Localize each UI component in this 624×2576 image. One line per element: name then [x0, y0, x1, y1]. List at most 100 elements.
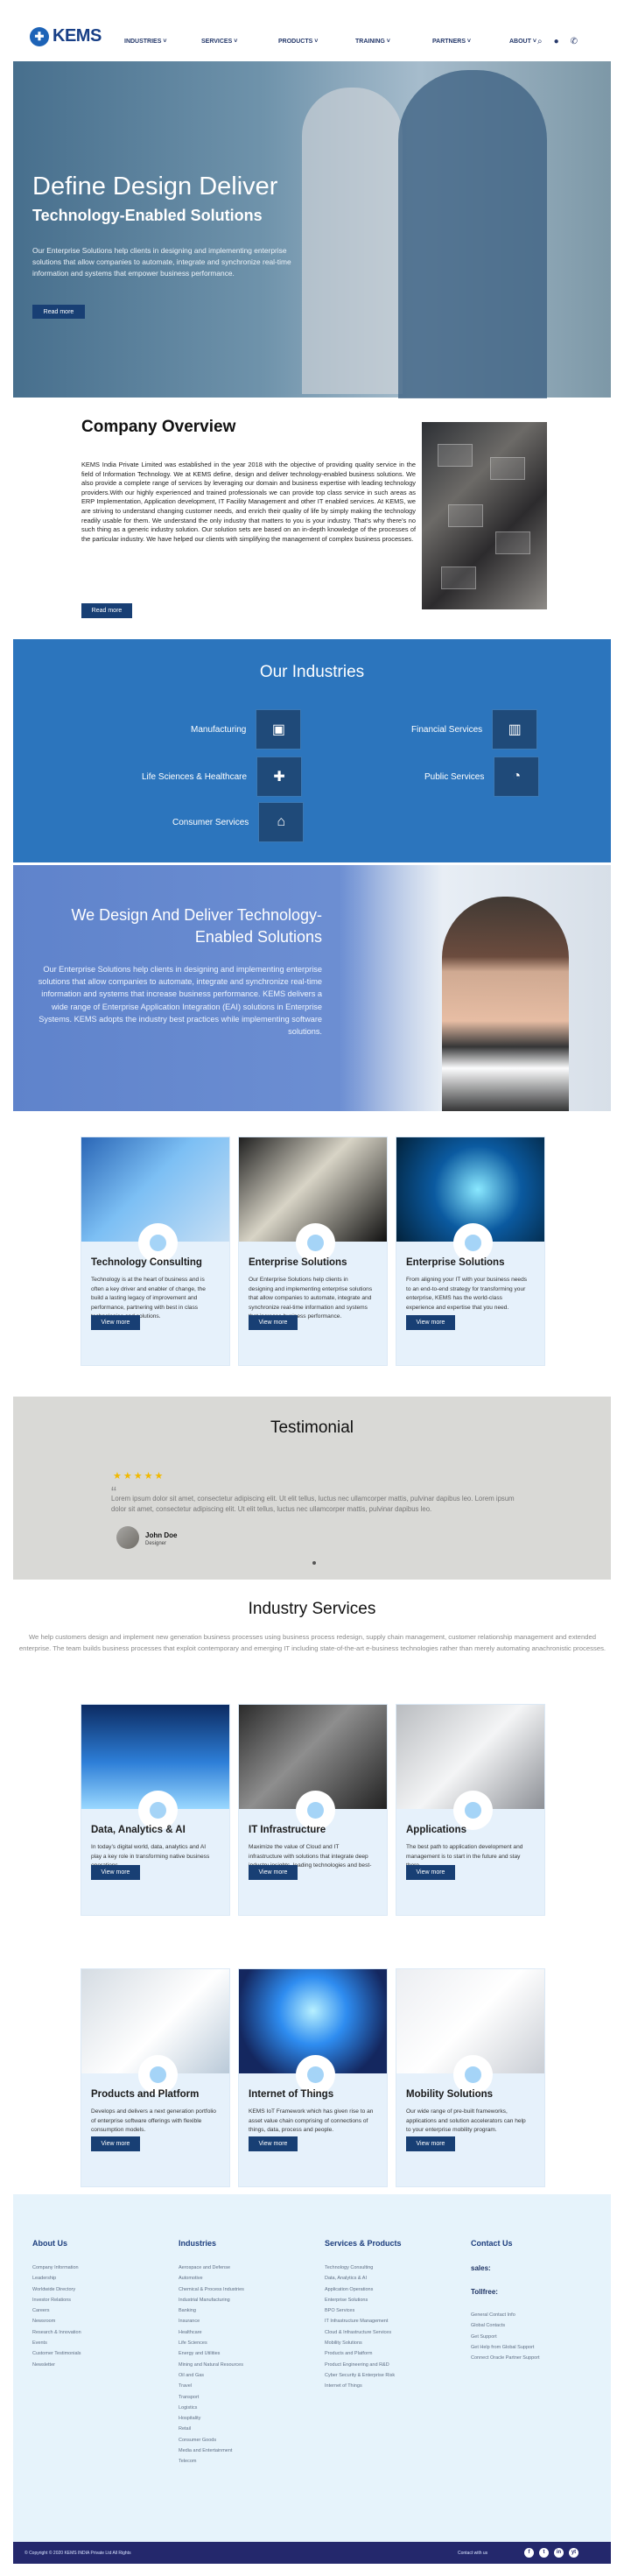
footer-link[interactable]: Automotive: [179, 2273, 244, 2284]
hero-description: Our Enterprise Solutions help clients in…: [32, 246, 291, 278]
view-more-button[interactable]: View more: [91, 1315, 140, 1330]
solution-card-technology-consulting: Technology Consulting Technology is at t…: [81, 1137, 230, 1366]
mobility-icon: [457, 2059, 489, 2091]
industry-life-sciences-healthcare[interactable]: Life Sciences & Healthcare ✚: [142, 757, 303, 797]
footer-link[interactable]: Company Information: [32, 2263, 81, 2273]
industry-services-title: Industry Services: [248, 1600, 376, 1618]
footer-link[interactable]: Energy and Utilities: [179, 2348, 244, 2359]
view-more-button[interactable]: View more: [249, 1315, 298, 1330]
footer-link[interactable]: Global Contacts: [471, 2320, 540, 2331]
phone-icon[interactable]: ✆: [571, 37, 578, 46]
footer-link[interactable]: Healthcare: [179, 2327, 244, 2338]
footer-link[interactable]: Careers: [32, 2305, 81, 2316]
footer-link[interactable]: Newsletter: [32, 2360, 81, 2370]
footer-link[interactable]: Leadership: [32, 2273, 81, 2284]
footer-link[interactable]: Product Engineering and R&D: [325, 2360, 395, 2370]
technology-solutions-text: Our Enterprise Solutions help clients in…: [38, 965, 322, 1037]
industry-financial-services[interactable]: Financial Services ▥: [411, 709, 538, 750]
industry-consumer-services[interactable]: Consumer Services ⌂: [172, 802, 305, 842]
footer-link[interactable]: Logistics: [179, 2403, 244, 2413]
footer-link[interactable]: Hospitality: [179, 2413, 244, 2424]
footer-link[interactable]: Cloud & Infrastructure Services: [325, 2327, 395, 2338]
facebook-icon[interactable]: f: [524, 2548, 534, 2558]
twitter-icon[interactable]: t: [539, 2548, 549, 2558]
footer-link[interactable]: Connect Oracle Partner Support: [471, 2353, 540, 2363]
header-icons: ⌕ ● ✆: [537, 37, 578, 46]
footer-link[interactable]: General Contact Info: [471, 2310, 540, 2320]
youtube-icon[interactable]: yt: [569, 2548, 578, 2558]
menu-services[interactable]: SERVICES ˅: [201, 39, 278, 45]
footer-link[interactable]: Technology Consulting: [325, 2263, 395, 2273]
view-more-button[interactable]: View more: [91, 2136, 140, 2151]
footer-link[interactable]: Travel: [179, 2381, 244, 2391]
footer-link[interactable]: Industrial Manufacturing: [179, 2295, 244, 2305]
service-card-title: Mobility Solutions: [406, 2089, 494, 2100]
footer-link[interactable]: Investor Relations: [32, 2295, 81, 2305]
footer-link[interactable]: Mobility Solutions: [325, 2338, 395, 2348]
view-more-button[interactable]: View more: [406, 1865, 455, 1880]
carousel-dot[interactable]: [312, 1561, 316, 1565]
menu-partners[interactable]: PARTNERS ˅: [432, 39, 509, 45]
footer-link[interactable]: Banking: [179, 2305, 244, 2316]
footer-link[interactable]: Oil and Gas: [179, 2370, 244, 2381]
footer-link[interactable]: Data, Analytics & AI: [325, 2273, 395, 2284]
footer-link[interactable]: Insurance: [179, 2316, 244, 2326]
view-more-button[interactable]: View more: [406, 2136, 455, 2151]
footer: About Us Company Information Leadership …: [13, 2194, 611, 2556]
testimonial-author-name: John Doe: [145, 1531, 178, 1539]
footer-link[interactable]: Telecom: [179, 2456, 244, 2467]
footer-link[interactable]: Consumer Goods: [179, 2435, 244, 2446]
footer-link[interactable]: Internet of Things: [325, 2381, 395, 2391]
solution-card-title: Enterprise Solutions: [249, 1257, 347, 1268]
view-more-button[interactable]: View more: [249, 2136, 298, 2151]
company-overview-title: Company Overview: [81, 418, 236, 436]
menu-training[interactable]: TRAINING ˅: [355, 39, 432, 45]
products-icon: [142, 2059, 174, 2091]
footer-link[interactable]: Chemical & Process Industries: [179, 2284, 244, 2295]
kems-logo-icon: ✚: [30, 26, 49, 46]
testimonial-title: Testimonial: [270, 1418, 354, 1437]
sales-label: sales:: [471, 2264, 491, 2272]
footer-link[interactable]: Retail: [179, 2424, 244, 2434]
testimonial-author-role: Designer: [145, 1541, 167, 1546]
search-icon[interactable]: ⌕: [537, 37, 543, 46]
footer-link[interactable]: Events: [32, 2338, 81, 2348]
footer-link[interactable]: Media and Entertainment: [179, 2446, 244, 2456]
footer-link[interactable]: BPO Services: [325, 2305, 395, 2316]
footer-link[interactable]: Application Operations: [325, 2284, 395, 2295]
footer-link[interactable]: Cyber Security & Enterprise Risk: [325, 2370, 395, 2381]
testimonial-section: Testimonial ★★★★★ “ Lorem ipsum dolor si…: [13, 1397, 611, 1580]
service-card-products-platform: Products and Platform Develops and deliv…: [81, 1968, 230, 2187]
service-card-title: Applications: [406, 1825, 467, 1835]
service-card-applications: Applications The best path to applicatio…: [396, 1704, 545, 1916]
view-more-button[interactable]: View more: [406, 1315, 455, 1330]
view-more-button[interactable]: View more: [91, 1865, 140, 1880]
view-more-button[interactable]: View more: [249, 1865, 298, 1880]
company-read-more-button[interactable]: Read more: [81, 603, 132, 618]
user-icon[interactable]: ●: [554, 37, 559, 46]
footer-link[interactable]: Customer Testimonials: [32, 2348, 81, 2359]
industry-public-services[interactable]: Public Services ◔: [424, 757, 540, 797]
footer-link[interactable]: Life Sciences: [179, 2338, 244, 2348]
footer-link[interactable]: Transport: [179, 2392, 244, 2403]
footer-link[interactable]: Mining and Natural Resources: [179, 2360, 244, 2370]
footer-link[interactable]: Worldwide Directory: [32, 2284, 81, 2295]
hero-read-more-button[interactable]: Read more: [32, 305, 85, 319]
footer-link[interactable]: Aerospace and Defense: [179, 2263, 244, 2273]
footer-link[interactable]: Research & Innovation: [32, 2327, 81, 2338]
solution-card-title: Enterprise Solutions: [406, 1257, 505, 1268]
footer-link[interactable]: Newsroom: [32, 2316, 81, 2326]
solution-card-enterprise-solutions-2: Enterprise Solutions From aligning your …: [396, 1137, 545, 1366]
healthcare-icon: ✚: [256, 757, 303, 797]
menu-industries[interactable]: INDUSTRIES ˅: [124, 39, 201, 45]
footer-link[interactable]: IT Infrastructure Management: [325, 2316, 395, 2326]
brand-logo[interactable]: ✚ KEMS: [30, 26, 102, 46]
footer-link[interactable]: Products and Platform: [325, 2348, 395, 2359]
footer-link[interactable]: Get Support: [471, 2332, 540, 2342]
industry-manufacturing[interactable]: Manufacturing ▣: [191, 709, 302, 750]
footer-link[interactable]: Enterprise Solutions: [325, 2295, 395, 2305]
footer-link[interactable]: Get Help from Global Support: [471, 2342, 540, 2353]
menu-products[interactable]: PRODUCTS ˅: [278, 39, 355, 45]
linkedin-icon[interactable]: in: [554, 2548, 564, 2558]
infrastructure-icon: [299, 1794, 332, 1826]
